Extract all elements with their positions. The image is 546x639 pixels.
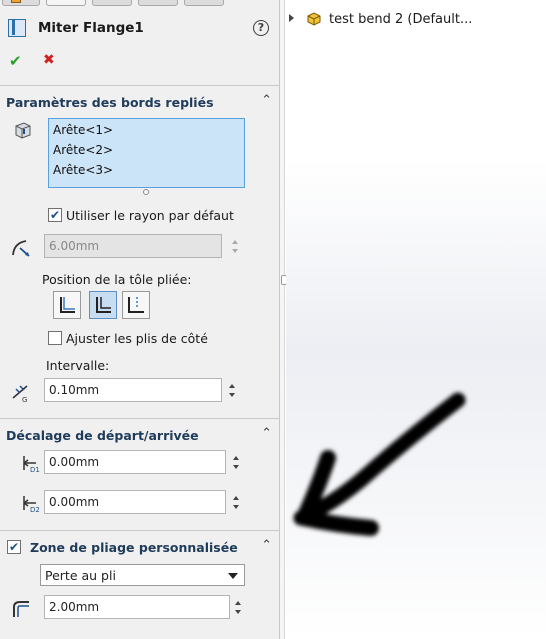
section-title: Zone de pliage personnalisée <box>30 540 238 555</box>
trim-side-bends-label: Ajuster les plis de côté <box>66 331 208 346</box>
edge-selection-list[interactable]: Arête<1> Arête<2> Arête<3> <box>48 118 245 188</box>
svg-text:G: G <box>22 396 27 403</box>
material-inside-icon <box>60 297 75 313</box>
material-inside-button[interactable] <box>53 291 81 319</box>
list-resize-handle[interactable] <box>143 189 149 195</box>
section-header-custom-relief[interactable]: ✔ Zone de pliage personnalisée ⌃ <box>7 538 277 557</box>
gap-distance-value: 0.10mm <box>49 383 100 397</box>
section-title: Paramètres des bords repliés <box>6 95 214 110</box>
start-offset-icon-label: D1 <box>30 466 40 474</box>
bend-allowance-field[interactable]: 2.00mm <box>44 595 230 619</box>
start-offset-field[interactable]: 0.00mm <box>44 450 226 474</box>
bend-radius-value: 6.00mm <box>49 239 100 253</box>
end-offset-icon-label: D2 <box>30 506 40 514</box>
dimxpert-manager-tab[interactable] <box>138 0 178 6</box>
arrow-down-icon[interactable] <box>229 393 235 397</box>
list-item[interactable]: Arête<2> <box>53 143 113 157</box>
end-offset-stepper[interactable] <box>230 490 244 514</box>
flange-position-label: Position de la tôle pliée: <box>42 272 192 287</box>
arrow-down-icon[interactable] <box>235 610 241 614</box>
arrow-up-icon[interactable] <box>229 384 235 388</box>
trim-side-bends-checkbox[interactable] <box>48 331 62 345</box>
arrow-up-icon[interactable] <box>235 601 241 605</box>
bend-outside-button[interactable] <box>122 291 150 319</box>
custom-relief-checkbox[interactable]: ✔ <box>7 540 21 554</box>
display-manager-tab[interactable] <box>184 0 224 6</box>
miter-flange-icon <box>8 19 26 37</box>
bend-radius-stepper[interactable] <box>229 234 243 258</box>
chevron-up-icon[interactable]: ⌃ <box>261 426 272 441</box>
flyout-tree-item[interactable]: test bend 2 (Default... <box>286 10 546 30</box>
edge-selection-icon <box>15 122 31 139</box>
chevron-down-icon[interactable] <box>228 573 238 579</box>
divider <box>0 85 279 86</box>
arrow-down-icon[interactable] <box>233 505 239 509</box>
arrow-down-icon[interactable] <box>232 249 238 253</box>
configuration-manager-tab[interactable] <box>92 0 132 6</box>
bend-allowance-icon <box>13 601 29 617</box>
gap-distance-stepper[interactable] <box>226 378 240 402</box>
bend-allowance-value: 2.00mm <box>49 600 100 614</box>
chevron-up-icon[interactable]: ⌃ <box>261 93 272 108</box>
list-item[interactable]: Arête<3> <box>53 163 113 177</box>
relief-type-select[interactable]: Perte au pli <box>40 564 245 586</box>
bend-allowance-stepper[interactable] <box>232 595 246 619</box>
panel-title: Miter Flange1 <box>38 20 144 36</box>
bend-radius-icon <box>12 240 30 257</box>
panel-splitter[interactable] <box>279 0 285 639</box>
use-default-radius-label: Utiliser le rayon par défaut <box>66 208 234 223</box>
tree-item-label: test bend 2 (Default... <box>329 12 473 27</box>
part-icon <box>307 12 321 26</box>
bend-radius-field[interactable]: 6.00mm <box>44 234 222 258</box>
arrow-up-icon[interactable] <box>232 240 238 244</box>
section-header-start-end-offset[interactable]: Décalage de départ/arrivée ⌃ <box>6 426 276 445</box>
start-offset-value: 0.00mm <box>49 455 100 469</box>
material-outside-icon <box>96 297 111 313</box>
material-outside-button[interactable] <box>89 291 117 319</box>
gap-distance-field[interactable]: 0.10mm <box>44 378 222 402</box>
property-manager-panel: Miter Flange1 ? ✔ ✖ Paramètres des bords… <box>0 0 279 639</box>
annotation-arrow-icon <box>293 392 466 536</box>
feature-manager-tab[interactable] <box>2 0 40 6</box>
chevron-up-icon[interactable]: ⌃ <box>261 538 272 553</box>
list-item[interactable]: Arête<1> <box>53 123 113 137</box>
panel-title-row: Miter Flange1 ? <box>8 16 273 42</box>
panel-tab-strip <box>0 0 279 7</box>
section-header-flange-parameters[interactable]: Paramètres des bords repliés ⌃ <box>6 93 276 112</box>
section-title: Décalage de départ/arrivée <box>6 428 199 443</box>
divider <box>0 530 279 531</box>
help-icon[interactable]: ? <box>253 20 269 36</box>
gap-label: Intervalle: <box>46 358 110 373</box>
arrow-down-icon[interactable] <box>233 465 239 469</box>
ok-button[interactable]: ✔ <box>9 52 22 70</box>
relief-type-value: Perte au pli <box>45 568 116 583</box>
end-offset-field[interactable]: 0.00mm <box>44 490 226 514</box>
start-offset-stepper[interactable] <box>230 450 244 474</box>
arrow-up-icon[interactable] <box>233 496 239 500</box>
expand-arrow-icon[interactable] <box>289 14 294 22</box>
gap-distance-icon: G <box>12 385 28 403</box>
feature-tree-icon <box>11 0 21 3</box>
end-offset-value: 0.00mm <box>49 495 100 509</box>
start-offset-icon: D1 <box>23 456 40 474</box>
arrow-up-icon[interactable] <box>233 456 239 460</box>
use-default-radius-checkbox[interactable]: ✔ <box>48 208 62 222</box>
bend-outside-icon <box>128 297 144 313</box>
property-manager-tab[interactable] <box>46 0 86 6</box>
cancel-button[interactable]: ✖ <box>43 52 55 68</box>
divider <box>0 418 279 419</box>
end-offset-icon: D2 <box>23 496 40 514</box>
